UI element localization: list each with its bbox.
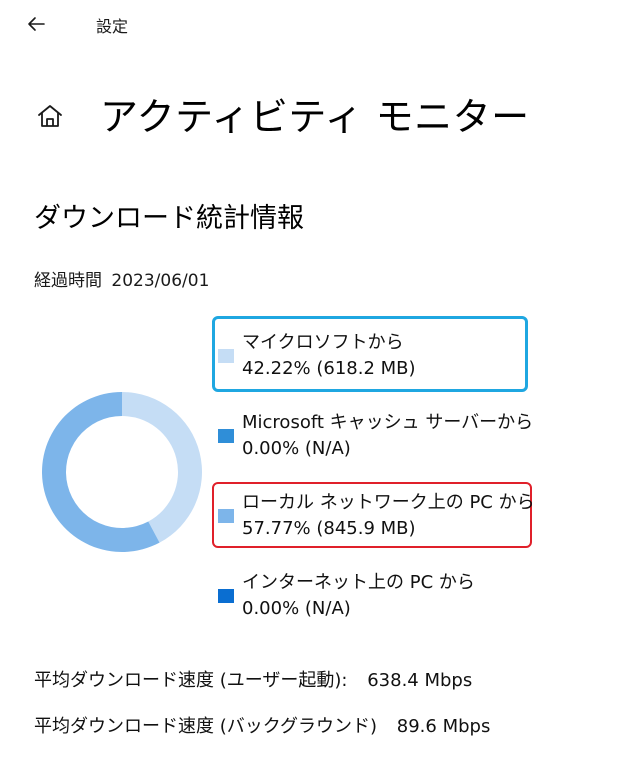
speed-label: 平均ダウンロード速度 (バックグラウンド) [34,716,378,737]
elapsed-label: 経過時間 [34,271,102,291]
legend-value: 0.00% (N/A) [242,438,351,459]
legend-name: ローカル ネットワーク上の PC から [242,492,535,513]
speed-value: 89.6 Mbps [396,716,491,737]
legend-value: 42.22% (618.2 MB) [242,358,416,379]
home-icon [38,105,62,127]
donut-slice-0 [122,392,203,543]
legend-name: インターネット上の PC から [242,572,475,593]
speed-background: 平均ダウンロード速度 (バックグラウンド) 89.6 Mbps [34,712,490,738]
section-title: ダウンロード統計情報 [34,203,304,234]
legend-value: 57.77% (845.9 MB) [242,518,416,539]
speed-user-initiated: 平均ダウンロード速度 (ユーザー起動): 638.4 Mbps [34,666,472,692]
legend-name: マイクロソフトから [242,332,404,353]
legend-name: Microsoft キャッシュ サーバーから [242,412,534,433]
page-title: アクティビティ モニター [100,95,530,139]
download-donut-chart [42,392,203,552]
speed-value: 638.4 Mbps [367,670,473,691]
speed-label: 平均ダウンロード速度 (ユーザー起動): [34,670,348,691]
legend-value: 0.00% (N/A) [242,598,351,619]
arrow-left-icon [28,17,45,31]
back-button[interactable] [22,10,50,38]
elapsed-time: 経過時間 2023/06/01 [34,266,209,291]
legend-swatch [218,509,234,523]
legend-swatch [218,349,234,363]
nav-title: 設定 [96,17,129,36]
legend-swatch [218,429,234,443]
elapsed-value: 2023/06/01 [111,271,210,291]
settings-page: 設定 アクティビティ モニター ダウンロード統計情報 経過時間 2023/06/… [0,0,640,764]
legend-swatch [218,589,234,603]
